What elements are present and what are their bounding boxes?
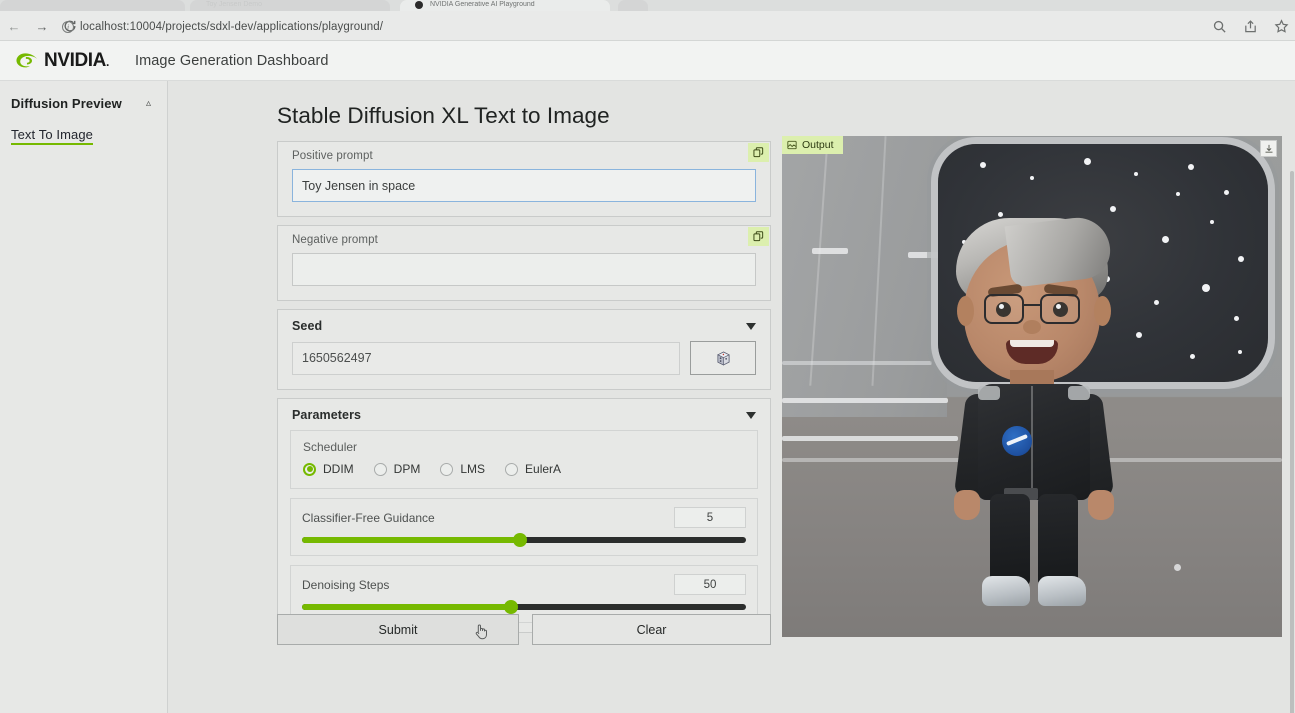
url-text: localhost:10004/projects/sdxl-dev/applic…: [80, 21, 383, 33]
radio-dot-icon: [505, 463, 518, 476]
submit-button[interactable]: Submit: [277, 614, 519, 645]
browser-tab-strip: Toy Jensen Demo NVIDIA Generative AI Pla…: [0, 0, 1295, 11]
slider-header: Denoising Steps 50: [302, 574, 746, 595]
positive-prompt-input[interactable]: [292, 169, 756, 202]
copy-icon[interactable]: [748, 227, 769, 246]
generation-form: Positive prompt Negative prompt Seed: [277, 141, 771, 641]
slider-label: Classifier-Free Guidance: [302, 511, 435, 525]
radio-option-lms[interactable]: LMS: [440, 462, 485, 476]
browser-toolbar-actions: [1212, 11, 1289, 41]
app-header: NVIDIA. Image Generation Dashboard: [0, 41, 1295, 81]
positive-prompt-label: Positive prompt: [278, 142, 770, 169]
slider-thumb[interactable]: [513, 533, 527, 547]
main-page-title: Stable Diffusion XL Text to Image: [277, 103, 610, 129]
generated-image: [782, 136, 1282, 637]
seed-title: Seed: [292, 319, 322, 333]
tab-favicon: [415, 1, 423, 9]
slider-fill: [302, 537, 520, 543]
seed-row: [278, 341, 770, 389]
browser-toolbar: ← → i localhost:10004/projects/sdxl-dev/…: [0, 11, 1295, 41]
collapse-caret-icon[interactable]: [746, 412, 756, 419]
toy-jensen-figurine: [934, 218, 1134, 608]
radio-label: EulerA: [525, 462, 561, 476]
image-icon: [787, 140, 797, 150]
share-icon[interactable]: [1243, 19, 1258, 34]
sidebar-section-label: Diffusion Preview: [11, 96, 122, 111]
browser-tab[interactable]: [190, 0, 390, 11]
seed-header[interactable]: Seed: [278, 310, 770, 341]
sidebar-section-diffusion-preview[interactable]: Diffusion Preview ▵: [0, 91, 167, 116]
radio-label: LMS: [460, 462, 485, 476]
positive-prompt-card: Positive prompt: [277, 141, 771, 217]
zoom-icon[interactable]: [1212, 19, 1227, 34]
page-title: Image Generation Dashboard: [135, 53, 329, 69]
browser-tab-label: NVIDIA Generative AI Playground: [430, 1, 600, 9]
pointer-hand-cursor: [474, 623, 488, 640]
radio-label: DPM: [394, 462, 421, 476]
scheduler-label: Scheduler: [291, 431, 757, 462]
submit-button-label: Submit: [379, 623, 418, 637]
dice-icon[interactable]: [690, 341, 756, 375]
scheduler-radio-group: DDIM DPM LMS EulerA: [291, 462, 757, 488]
slider-label: Denoising Steps: [302, 578, 389, 592]
output-image-panel: Output: [782, 136, 1282, 637]
radio-option-dpm[interactable]: DPM: [374, 462, 421, 476]
slider-fill: [302, 604, 511, 610]
negative-prompt-input[interactable]: [292, 253, 756, 286]
download-icon[interactable]: [1260, 140, 1277, 157]
forward-arrow-icon[interactable]: →: [34, 18, 50, 34]
slider-value[interactable]: 5: [674, 507, 746, 528]
star-icon[interactable]: [1274, 19, 1289, 34]
clear-button[interactable]: Clear: [532, 614, 771, 645]
parameters-title: Parameters: [292, 408, 361, 422]
sidebar-item-text-to-image[interactable]: Text To Image: [0, 116, 167, 148]
slider-thumb[interactable]: [504, 600, 518, 614]
new-tab-button[interactable]: [618, 0, 648, 11]
radio-dot-icon: [440, 463, 453, 476]
site-info-icon[interactable]: i: [62, 21, 74, 33]
form-actions: Submit Clear: [277, 614, 771, 645]
copy-icon[interactable]: [748, 143, 769, 162]
chevron-up-icon[interactable]: ▵: [146, 99, 151, 109]
radio-label: DDIM: [323, 462, 354, 476]
slider-track[interactable]: [302, 604, 746, 610]
output-badge: Output: [782, 136, 843, 154]
slider-header: Classifier-Free Guidance 5: [302, 507, 746, 528]
browser-tab[interactable]: [0, 0, 185, 11]
output-badge-label: Output: [802, 139, 834, 151]
mission-patch: [1002, 426, 1032, 456]
sidebar-item-label: Text To Image: [11, 127, 93, 145]
address-bar[interactable]: i localhost:10004/projects/sdxl-dev/appl…: [62, 16, 1202, 37]
main-content: Stable Diffusion XL Text to Image Positi…: [169, 81, 1295, 713]
back-arrow-icon[interactable]: ←: [6, 18, 22, 34]
scheduler-panel: Scheduler DDIM DPM LMS: [290, 430, 758, 489]
slider-value[interactable]: 50: [674, 574, 746, 595]
seed-card: Seed: [277, 309, 771, 390]
seed-input[interactable]: [292, 342, 680, 375]
clear-button-label: Clear: [637, 623, 667, 637]
negative-prompt-label: Negative prompt: [278, 226, 770, 253]
negative-prompt-card: Negative prompt: [277, 225, 771, 301]
slider-classifier-free-guidance: Classifier-Free Guidance 5: [290, 498, 758, 556]
radio-dot-icon: [303, 463, 316, 476]
parameters-header[interactable]: Parameters: [278, 399, 770, 430]
sidebar: Diffusion Preview ▵ Text To Image: [0, 81, 168, 713]
nvidia-logo[interactable]: NVIDIA.: [11, 51, 109, 70]
radio-dot-icon: [374, 463, 387, 476]
radio-option-eulera[interactable]: EulerA: [505, 462, 561, 476]
collapse-caret-icon[interactable]: [746, 323, 756, 330]
nvidia-wordmark: NVIDIA.: [44, 51, 109, 70]
parameters-card: Parameters Scheduler DDIM DPM: [277, 398, 771, 633]
slider-track[interactable]: [302, 537, 746, 543]
nvidia-eye-icon: [11, 51, 41, 70]
radio-option-ddim[interactable]: DDIM: [303, 462, 354, 476]
page-scrollbar[interactable]: [1290, 171, 1294, 713]
